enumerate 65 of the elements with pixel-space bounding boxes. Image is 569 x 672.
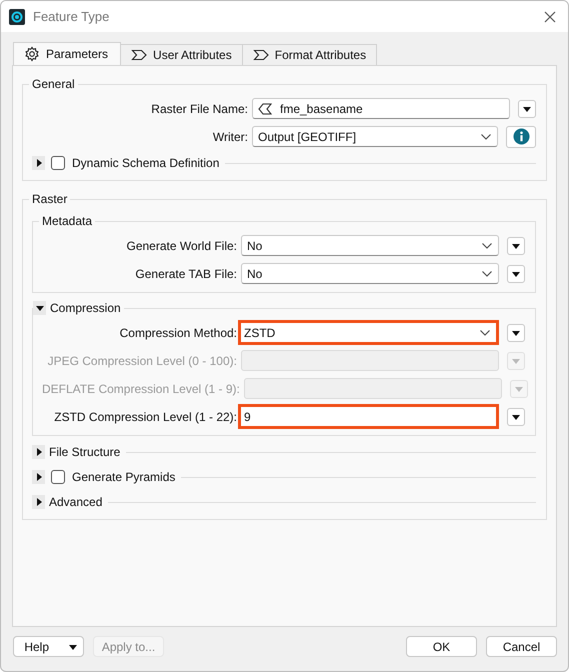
dropdown-arrow-icon <box>523 104 531 112</box>
field-label: Writer: <box>212 130 249 144</box>
field-label: JPEG Compression Level (0 - 100): <box>46 354 238 368</box>
chevron-down-icon <box>481 134 491 140</box>
field-label: Generate World File: <box>126 238 238 252</box>
group-title: Raster <box>31 191 68 207</box>
section-label: File Structure <box>49 445 120 459</box>
section-label: Compression <box>50 300 121 316</box>
tab[interactable]: Parameters <box>13 42 122 65</box>
menu-button[interactable] <box>518 100 536 118</box>
dropdown-arrow-icon <box>512 356 520 364</box>
close-icon <box>544 10 556 22</box>
section-label: Dynamic Schema Definition <box>72 156 220 170</box>
dropdown-arrow-icon <box>512 242 520 250</box>
section-label: Advanced <box>49 495 102 509</box>
menu-button[interactable] <box>507 324 525 342</box>
app-icon <box>9 8 25 24</box>
dropdown-arrow-icon <box>512 412 520 420</box>
dropdown-arrow-icon <box>512 328 520 336</box>
dropdown-arrow-icon <box>514 384 523 392</box>
dropdown-field[interactable]: No <box>241 263 499 284</box>
expand-arrow-icon <box>34 473 42 481</box>
field-label: DEFLATE Compression Level (1 - 9): <box>42 382 241 396</box>
expand-toggle[interactable] <box>32 470 45 484</box>
field-label: Generate TAB File: <box>134 266 238 280</box>
chevron-tag-icon <box>252 47 269 63</box>
dropdown-field[interactable]: ZSTD <box>238 320 499 345</box>
info-icon <box>513 128 529 144</box>
chevron-down-icon <box>482 270 492 276</box>
checkbox[interactable] <box>51 156 65 170</box>
group-title: General <box>31 76 76 92</box>
chevron-down-icon <box>480 330 490 336</box>
gear-icon <box>24 46 40 62</box>
dropdown-field[interactable]: No <box>241 235 499 256</box>
window-title: Feature Type <box>33 9 110 24</box>
checkbox[interactable] <box>51 470 65 484</box>
collapse-arrow-icon <box>36 304 44 312</box>
expand-toggle[interactable] <box>32 156 45 170</box>
expand-toggle[interactable] <box>33 301 46 315</box>
tab[interactable]: Format Attributes <box>242 44 378 65</box>
expand-toggle[interactable] <box>32 445 45 459</box>
dialog-button[interactable]: Help <box>13 636 84 657</box>
expand-arrow-icon <box>34 498 42 506</box>
section-label: Generate Pyramids <box>72 470 176 484</box>
dropdown-arrow-icon <box>69 642 77 650</box>
expand-arrow-icon <box>34 448 42 456</box>
field-label: ZSTD Compression Level (1 - 22): <box>53 410 238 424</box>
group-title: Metadata <box>41 213 94 229</box>
menu-button[interactable] <box>507 264 525 282</box>
dialog-button[interactable]: Cancel <box>486 636 557 657</box>
menu-button[interactable] <box>507 408 525 426</box>
expand-toggle[interactable] <box>32 495 45 509</box>
dropdown-arrow-icon <box>512 270 520 278</box>
attribute-icon <box>258 102 272 114</box>
menu-button[interactable] <box>507 236 525 254</box>
field-label: Compression Method: <box>118 326 238 340</box>
dialog-button[interactable]: OK <box>406 636 477 657</box>
field-label: Raster File Name: <box>150 102 249 116</box>
dropdown-field[interactable]: Output [GEOTIFF] <box>252 126 498 147</box>
text-field[interactable]: fme_basename <box>252 98 510 119</box>
info-button[interactable] <box>506 126 536 148</box>
chevron-tag-icon <box>131 47 148 63</box>
input-field[interactable]: 9 <box>238 404 499 429</box>
expand-arrow-icon <box>34 159 42 167</box>
chevron-down-icon <box>482 242 492 248</box>
